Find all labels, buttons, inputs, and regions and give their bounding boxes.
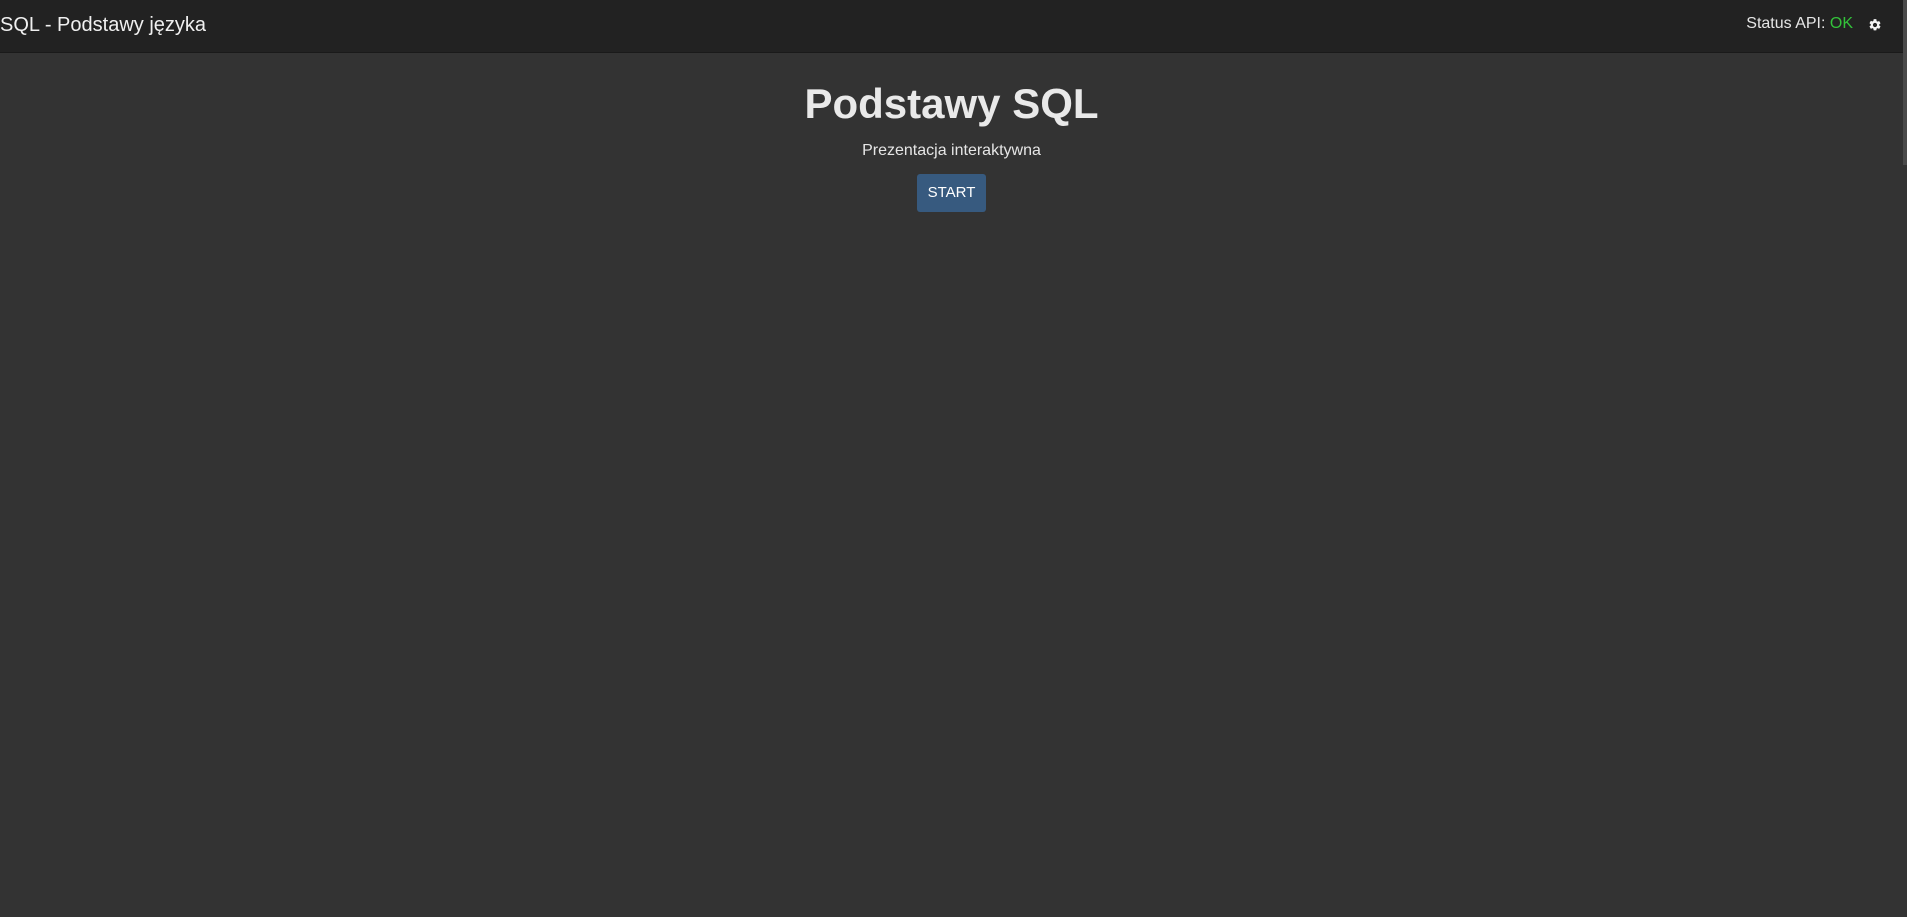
settings-button[interactable] [1865,15,1885,35]
page: SQL - Podstawy języka Status API: OK Pod… [0,0,1907,917]
start-button[interactable]: START [917,174,986,212]
api-status-label: Status API: [1746,15,1826,32]
api-status: Status API: OK [1746,15,1853,33]
top-navbar: SQL - Podstawy języka Status API: OK [0,0,1903,53]
api-status-value: OK [1829,15,1853,32]
vertical-scrollbar[interactable] [1903,0,1907,165]
gear-icon [1869,19,1881,31]
app-title[interactable]: SQL - Podstawy języka [0,14,206,37]
page-subtitle: Prezentacja interaktywna [862,142,1041,159]
page-title: Podstawy SQL [804,80,1099,127]
hero-section: Podstawy SQL Prezentacja interaktywna ST… [0,78,1903,212]
